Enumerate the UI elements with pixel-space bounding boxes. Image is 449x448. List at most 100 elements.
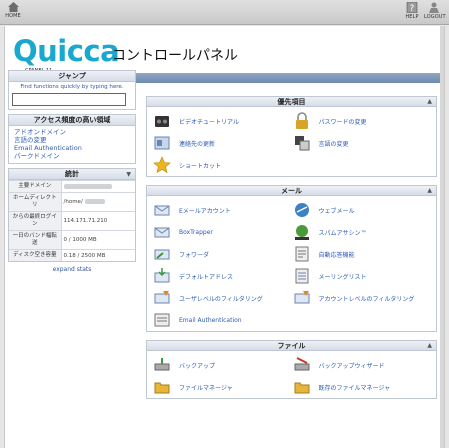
item-label: 連絡先の更新 — [179, 140, 216, 148]
home-label: HOME — [5, 13, 21, 19]
default-address-icon — [154, 268, 170, 283]
email-auth-icon — [154, 313, 170, 327]
priority-title: 優先項目 — [277, 98, 306, 106]
stats-key: 一日のバンド幅転送 — [9, 230, 62, 250]
contact-card-icon — [154, 136, 170, 150]
collapse-arrow-icon[interactable]: ▲ — [427, 341, 432, 351]
stats-box: 統計 ▼ 主要ドメイン ホームディレクトリ /home/ からの最終ログイン 1… — [8, 168, 136, 262]
item-mailing-lists[interactable]: メーリングリスト — [293, 265, 433, 287]
mail-section: メール ▲ Eメールアカウント ウェブメール BoxTrapper スパムアサシ… — [146, 185, 437, 332]
priority-header: 優先項目 ▲ — [147, 97, 436, 107]
help-button[interactable]: ? HELP — [404, 2, 420, 20]
item-change-password[interactable]: パスワードの変更 — [293, 110, 433, 132]
filter-icon — [154, 291, 170, 304]
stats-key: ホームディレクトリ — [9, 192, 62, 212]
item-label: 言語の変更 — [318, 140, 349, 148]
collapse-arrow-icon[interactable]: ▲ — [427, 97, 432, 107]
item-label: ビデオチュートリアル — [179, 118, 239, 126]
quicca-logo: Quicca — [13, 34, 120, 68]
help-icon: ? — [406, 2, 418, 13]
mailing-list-icon — [295, 268, 308, 284]
item-label: ファイルマネージャ — [179, 384, 233, 392]
item-update-contact[interactable]: 連絡先の更新 — [153, 132, 293, 154]
stats-value-redacted — [61, 180, 135, 193]
home-button[interactable]: HOME — [5, 2, 21, 19]
autoresponder-icon — [295, 246, 308, 262]
vertical-scrollbar[interactable] — [440, 26, 444, 448]
item-email-accounts[interactable]: Eメールアカウント — [153, 199, 293, 221]
item-backup[interactable]: バックアップ — [153, 354, 293, 376]
backup-wizard-icon — [294, 357, 309, 371]
item-change-language[interactable]: 言語の変更 — [293, 132, 433, 154]
stats-value: 0 / 1000 MB — [61, 230, 135, 250]
filter-icon — [294, 291, 309, 304]
frequent-link-language[interactable]: 言語の変更 — [14, 136, 131, 144]
left-column: ジャンプ Find functions quickly by typing he… — [8, 70, 136, 273]
padlock-icon — [295, 112, 308, 129]
item-label: アカウントレベルのフィルタリング — [318, 295, 415, 303]
envelope-trap-icon — [154, 227, 170, 238]
stats-key: 主要ドメイン — [9, 180, 62, 193]
item-account-filtering[interactable]: アカウントレベルのフィルタリング — [293, 287, 433, 309]
frequent-header: アクセス頻度の高い領域 — [9, 115, 135, 126]
stats-key: からの最終ログイン — [9, 211, 62, 231]
item-label: ショートカット — [179, 162, 222, 170]
right-column: 優先項目 ▲ ビデオチュートリアル パスワードの変更 連絡先の更新 言語の変更 … — [146, 96, 437, 407]
item-legacy-file-manager[interactable]: 既存のファイルマネージャ — [293, 376, 433, 398]
language-icon — [294, 136, 309, 151]
item-label: フォワーダ — [179, 251, 210, 259]
jump-search-input[interactable] — [12, 93, 126, 106]
forward-mail-icon — [154, 249, 170, 260]
home-icon — [7, 2, 19, 12]
collapse-arrow-icon[interactable]: ▲ — [427, 186, 432, 196]
mail-title: メール — [281, 187, 302, 195]
item-shortcuts[interactable]: ショートカット — [153, 154, 293, 176]
item-backup-wizard[interactable]: バックアップウィザード — [293, 354, 433, 376]
item-user-filtering[interactable]: ユーザレベルのフィルタリング — [153, 287, 293, 309]
item-file-manager[interactable]: ファイルマネージャ — [153, 376, 293, 398]
item-autoresponders[interactable]: 自動応答機能 — [293, 243, 433, 265]
files-section: ファイル ▲ バックアップ バックアップウィザード ファイルマネージャ 既存のフ… — [146, 340, 437, 399]
stats-header: 統計 ▼ — [9, 169, 135, 180]
item-video-tutorials[interactable]: ビデオチュートリアル — [153, 110, 293, 132]
logout-button[interactable]: LOGOUT — [424, 2, 446, 20]
item-boxtrapper[interactable]: BoxTrapper — [153, 221, 293, 243]
collapse-arrow-icon[interactable]: ▼ — [126, 169, 131, 180]
item-email-authentication[interactable]: Email Authentication — [153, 309, 293, 331]
logout-icon — [429, 2, 439, 13]
frequent-link-email-auth[interactable]: Email Authentication — [14, 144, 131, 152]
stats-row: 一日のバンド幅転送 0 / 1000 MB — [9, 230, 135, 250]
stats-title: 統計 — [65, 170, 79, 178]
page-title: コントロールパネル — [112, 48, 238, 64]
mail-grid: Eメールアカウント ウェブメール BoxTrapper スパムアサシン™ フォワ… — [147, 196, 436, 331]
priority-grid: ビデオチュートリアル パスワードの変更 連絡先の更新 言語の変更 ショートカット — [147, 107, 436, 176]
frequent-box: アクセス頻度の高い領域 アドオンドメイン 言語の変更 Email Authent… — [8, 114, 136, 164]
item-label: メーリングリスト — [318, 273, 367, 281]
item-label: ウェブメール — [318, 207, 355, 215]
envelope-icon — [154, 205, 170, 216]
item-default-address[interactable]: デフォルトアドレス — [153, 265, 293, 287]
frequent-link-parked-domain[interactable]: パークドメイン — [14, 152, 131, 160]
expand-stats-link[interactable]: expand stats — [8, 266, 136, 273]
item-webmail[interactable]: ウェブメール — [293, 199, 433, 221]
help-label: HELP — [405, 14, 419, 20]
files-title: ファイル — [277, 342, 306, 350]
stats-key: ディスク空き容量 — [9, 249, 62, 261]
spamassassin-icon — [294, 225, 309, 240]
folder-icon — [154, 382, 170, 394]
film-reel-icon — [155, 116, 169, 127]
stats-row: 主要ドメイン — [9, 180, 135, 193]
item-label: ユーザレベルのフィルタリング — [179, 295, 263, 303]
jump-hint: Find functions quickly by typing here. — [20, 84, 124, 90]
mail-header: メール ▲ — [147, 186, 436, 196]
stats-value: /home/ — [61, 192, 135, 212]
frequent-link-addon-domain[interactable]: アドオンドメイン — [14, 128, 131, 136]
frequent-list: アドオンドメイン 言語の変更 Email Authentication パークド… — [9, 126, 135, 163]
globe-mail-icon — [294, 203, 309, 217]
item-forwarders[interactable]: フォワーダ — [153, 243, 293, 265]
item-label: BoxTrapper — [179, 228, 213, 236]
item-spamassassin[interactable]: スパムアサシン™ — [293, 221, 433, 243]
item-label: Eメールアカウント — [179, 207, 231, 215]
jump-box: ジャンプ Find functions quickly by typing he… — [8, 70, 136, 110]
stats-value: 0.18 / 2500 MB — [61, 249, 135, 261]
